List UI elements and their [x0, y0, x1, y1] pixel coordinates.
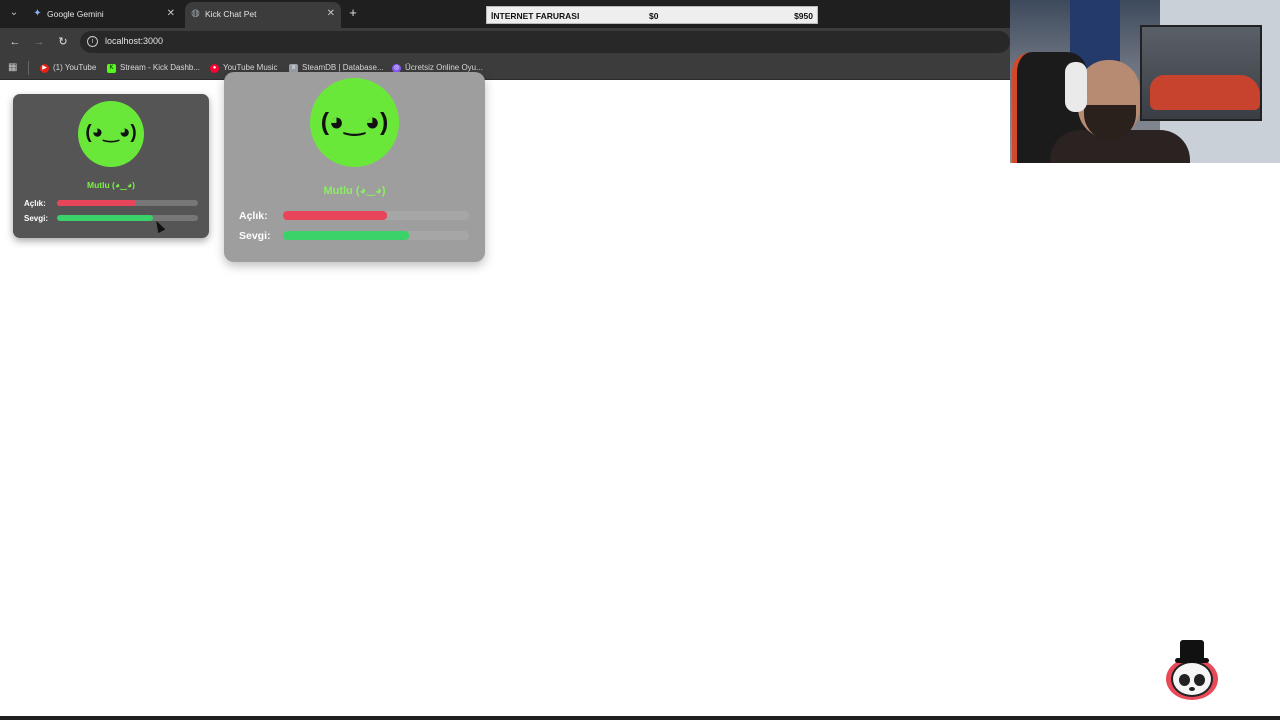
pet-face: (◕‿◕) [310, 78, 399, 167]
new-tab-button[interactable]: + [346, 5, 360, 21]
youtube-music-icon: ● [210, 64, 219, 73]
bookmark-label: YouTube Music [223, 63, 278, 72]
globe-icon: ◍ [191, 8, 200, 19]
webcam-feed [1010, 0, 1280, 163]
hunger-bar [57, 200, 198, 206]
bookmark-label: SteamDB | Database... [302, 63, 384, 72]
hunger-bar-fill [283, 211, 388, 220]
bookmark-label: Ücretsiz Online Oyu... [405, 63, 483, 72]
bookmark-kick-dashboard[interactable]: K Stream - Kick Dashb... [107, 62, 200, 74]
forward-button[interactable]: → [31, 34, 47, 50]
donation-goal-title: İNTERNET FARURASI [491, 11, 580, 21]
love-bar-fill [283, 231, 410, 240]
love-bar [57, 215, 198, 221]
pet-face: (◕‿◕) [78, 101, 144, 167]
site-info-icon[interactable]: i [87, 36, 98, 47]
address-bar[interactable]: i localhost:3000 [80, 31, 1010, 53]
hunger-bar-fill [57, 200, 136, 206]
tab-kick-chat-pet[interactable]: ◍ Kick Chat Pet ✕ [185, 2, 341, 28]
tab-label: Kick Chat Pet [205, 9, 257, 19]
tab-search-chevron-icon[interactable]: ⌄ [6, 5, 22, 21]
love-label: Sevgi: [239, 230, 271, 242]
donation-goal-target: $950 [794, 11, 813, 21]
love-label: Sevgi: [24, 214, 49, 223]
love-bar [283, 231, 469, 240]
bookmark-label: (1) YouTube [53, 63, 97, 72]
hunger-label: Açlık: [24, 199, 46, 208]
address-url: localhost:3000 [105, 36, 164, 46]
taskbar-edge [0, 716, 1280, 720]
back-button[interactable]: ← [7, 34, 23, 50]
close-tab-icon[interactable]: ✕ [327, 2, 335, 26]
reload-button[interactable]: ↻ [55, 34, 71, 50]
tab-label: Google Gemini [47, 9, 104, 19]
donation-goal-current: $0 [649, 11, 659, 21]
bookmarks-divider [28, 61, 29, 75]
pet-mood: Mutlu (◕‿◕) [87, 180, 135, 190]
pet-card-large: (◕‿◕) Mutlu (◕‿◕) Açlık: Sevgi: [224, 72, 485, 262]
apps-grid-icon[interactable]: ▦ [8, 62, 19, 73]
pet-mood: Mutlu (◕‿◕) [323, 185, 386, 197]
youtube-icon: ▶ [40, 64, 49, 73]
bookmark-youtube[interactable]: ▶ (1) YouTube [40, 62, 96, 74]
tab-google-gemini[interactable]: ✦ Google Gemini ✕ [27, 2, 181, 28]
panda-mascot-icon [1166, 640, 1218, 700]
hunger-label: Açlık: [239, 210, 268, 222]
gemini-icon: ✦ [33, 8, 42, 19]
hunger-bar [283, 211, 469, 220]
pet-card-small: (◕‿◕) Mutlu (◕‿◕) Açlık: Sevgi: [13, 94, 209, 238]
love-bar-fill [57, 215, 153, 221]
bookmark-label: Stream - Kick Dashb... [120, 63, 201, 72]
kick-icon: K [107, 64, 116, 73]
close-tab-icon[interactable]: ✕ [167, 2, 175, 26]
donation-goal-overlay: İNTERNET FARURASI $0 $950 [486, 6, 818, 24]
